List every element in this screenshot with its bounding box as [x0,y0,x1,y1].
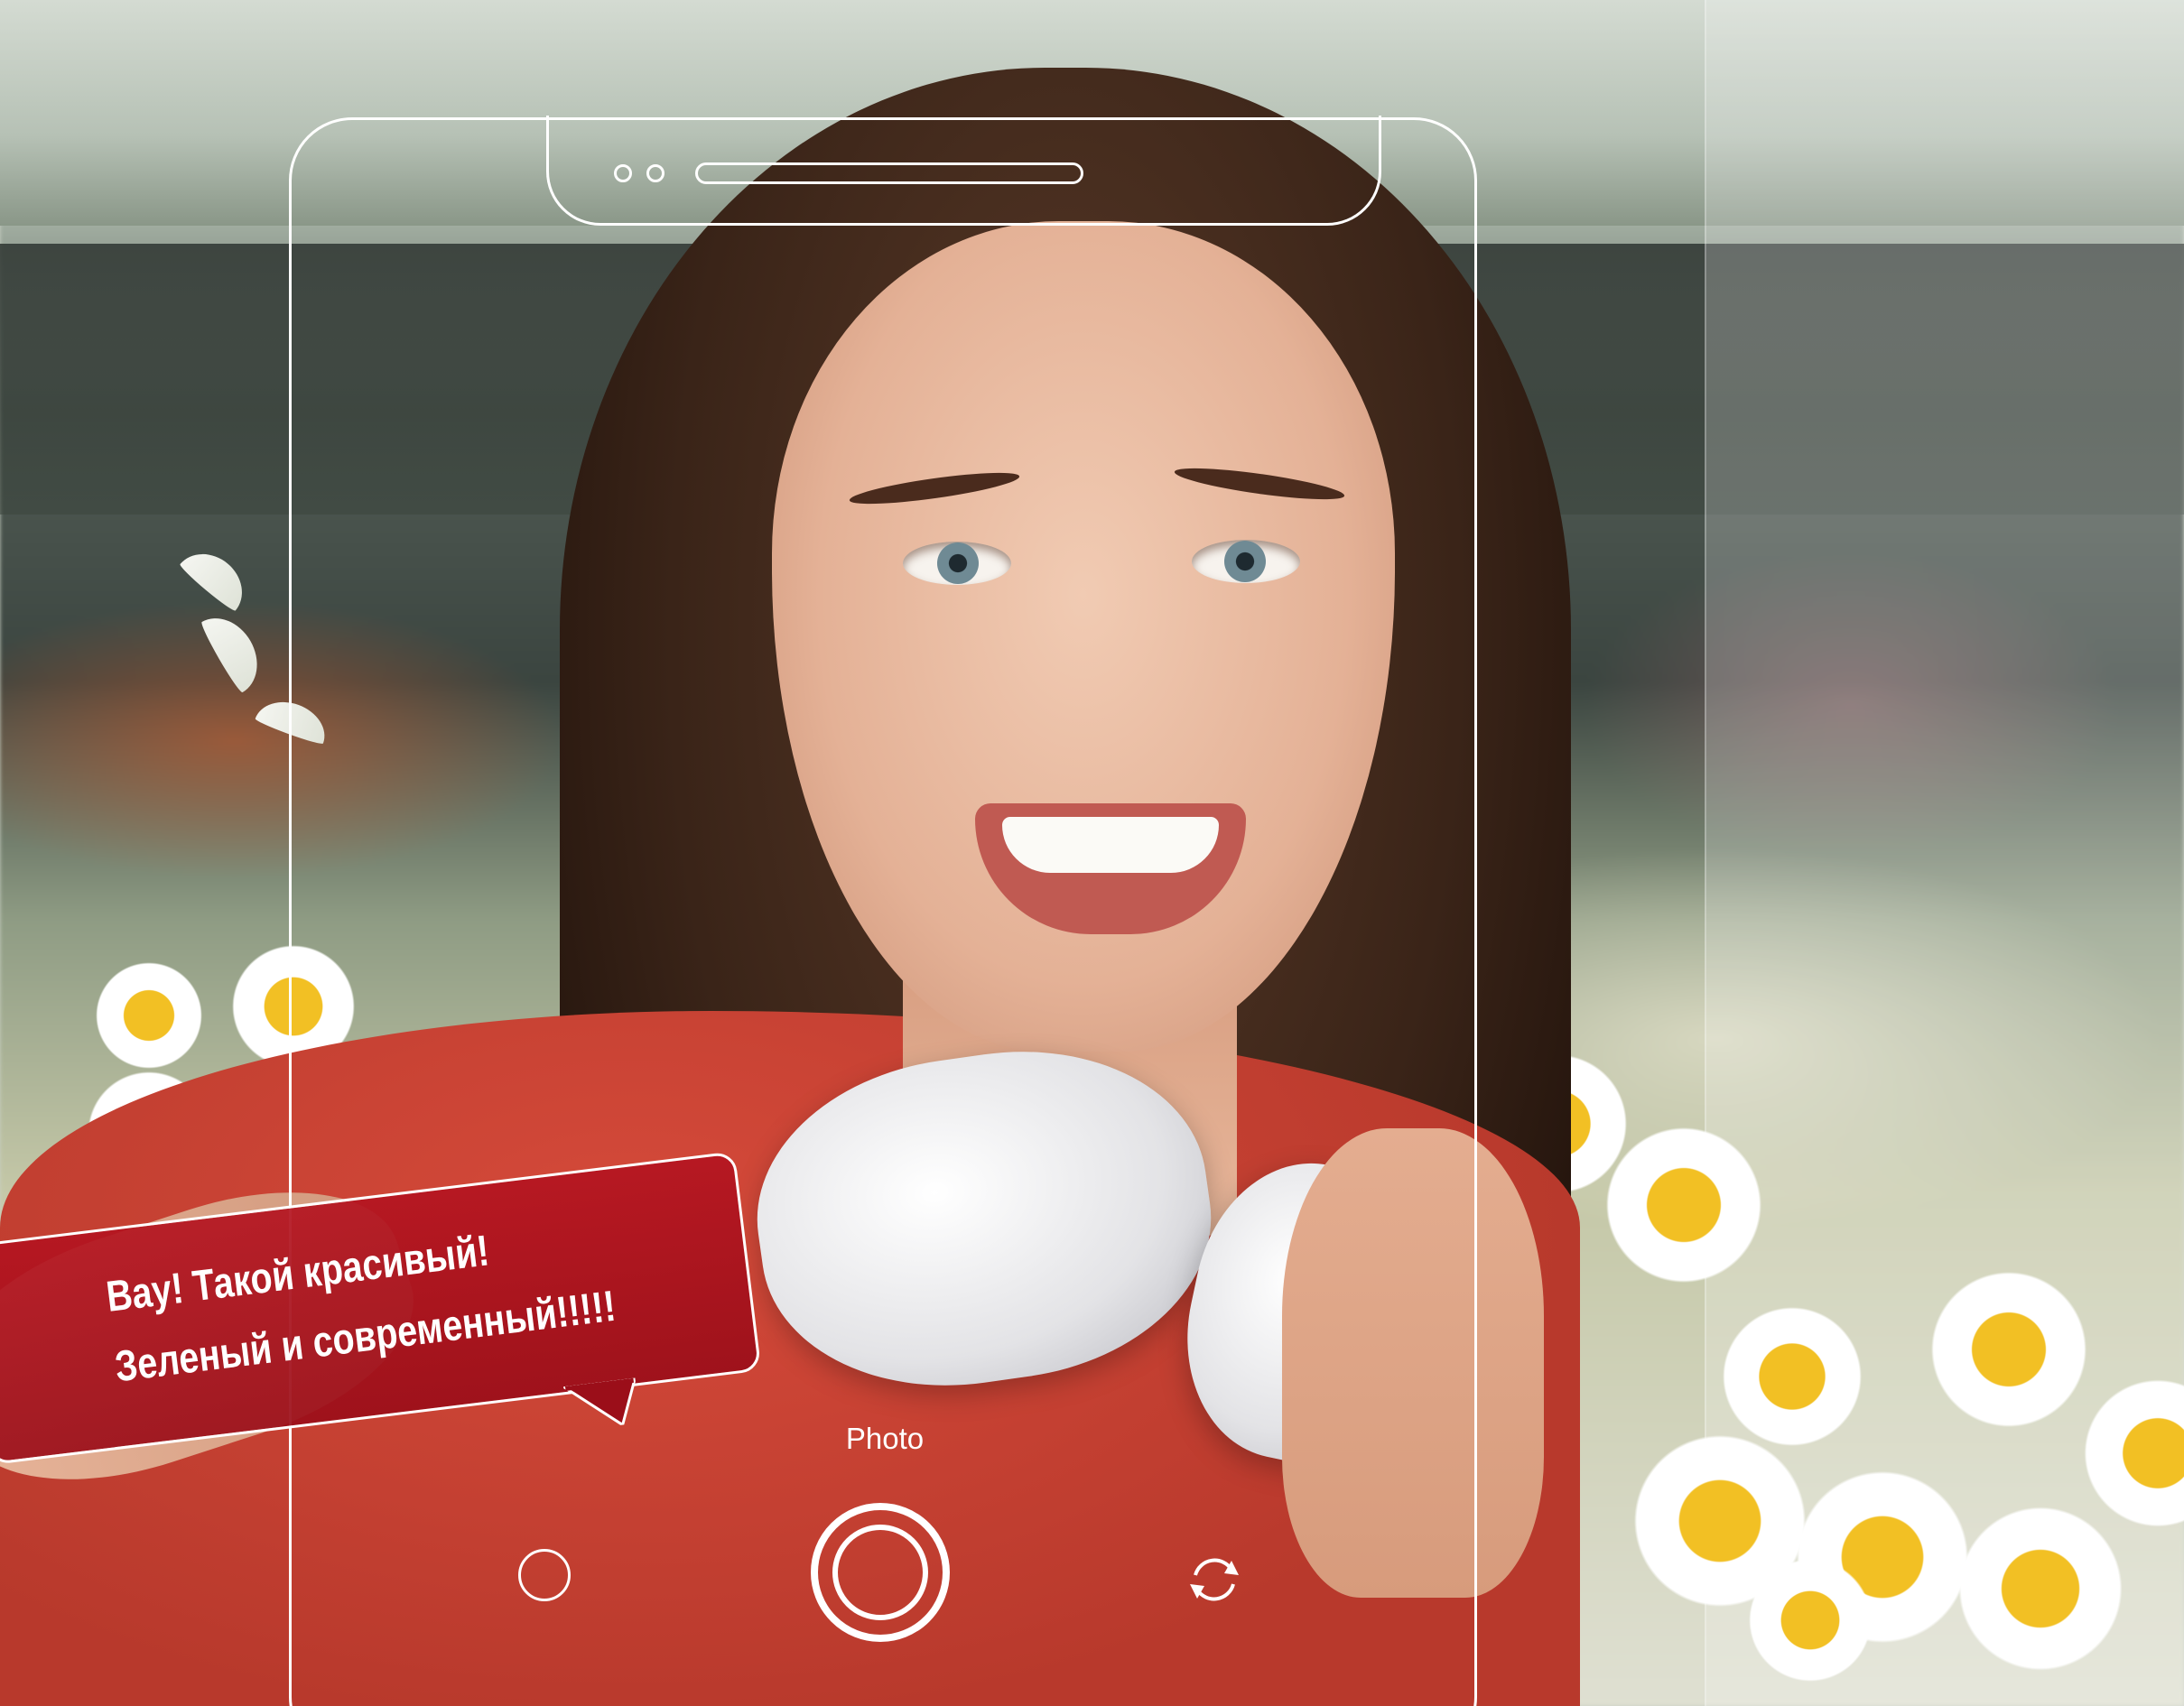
daisy [1743,1553,1878,1688]
phone-frame-outline [289,117,1477,1706]
comment-bubble-tail [562,1377,637,1427]
shutter-button[interactable] [811,1503,950,1642]
daisy [1598,1119,1770,1291]
camera-switch-icon[interactable] [1183,1548,1246,1611]
camera-viewfinder: Вау! Такой красивый! Зеленый и современн… [0,0,2184,1706]
daisy [1950,1498,2131,1679]
camera-dot-icon [614,164,632,182]
daisy [1715,1300,1869,1453]
speaker-slot [695,162,1083,184]
daisy [1923,1264,2095,1435]
daisy [90,957,208,1074]
camera-dot-icon [646,164,664,182]
photo-mode-label[interactable]: Photo [813,1422,957,1456]
shutter-icon [832,1525,928,1620]
circle-icon[interactable] [518,1549,571,1601]
